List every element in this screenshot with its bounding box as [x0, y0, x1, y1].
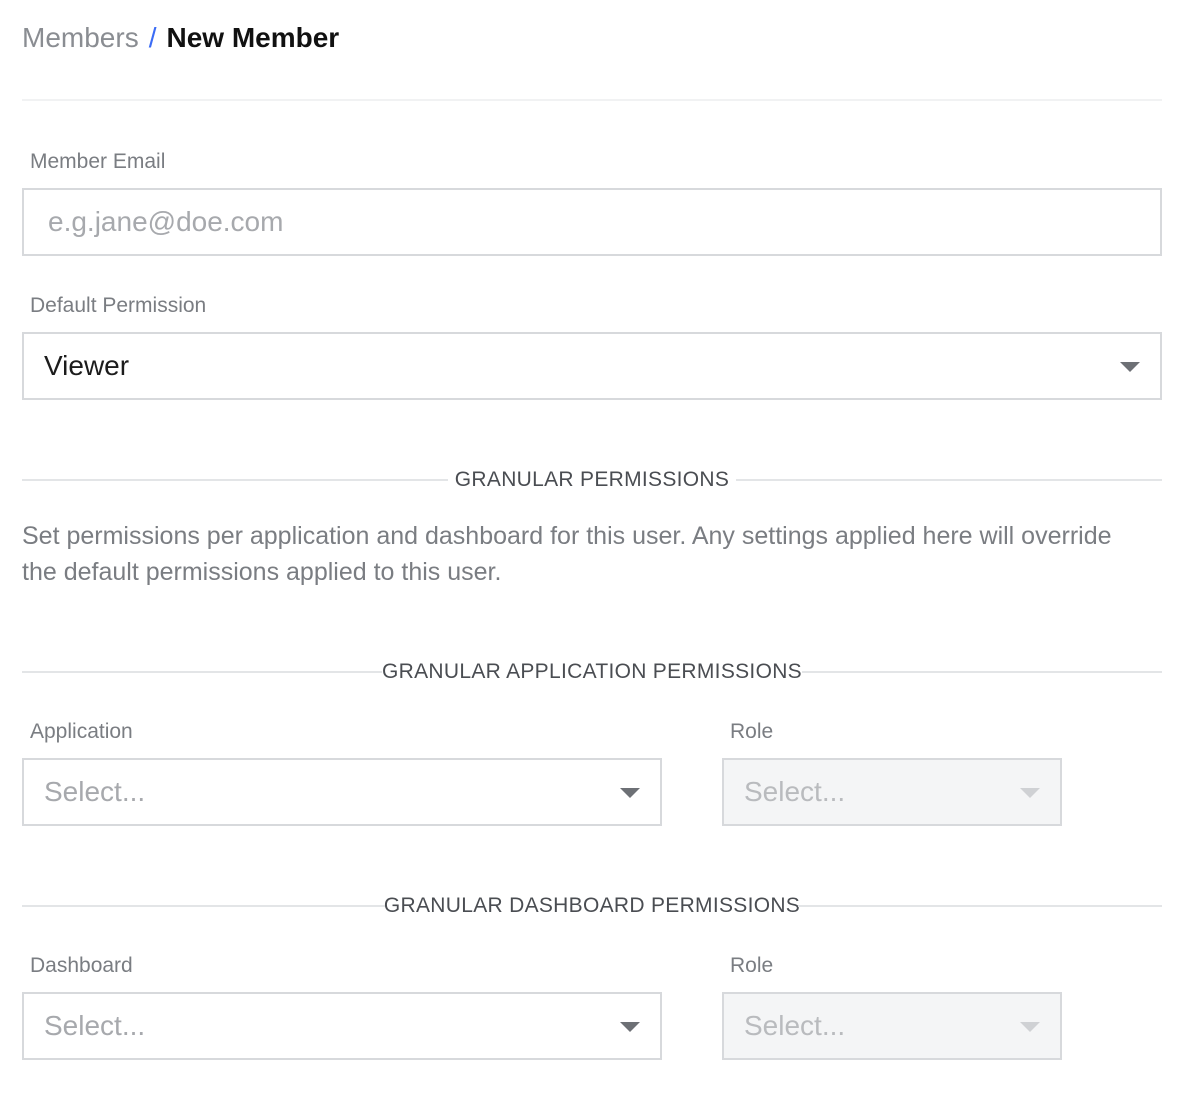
chevron-down-icon — [1120, 362, 1140, 372]
default-permission-select[interactable]: Viewer — [22, 332, 1162, 400]
breadcrumb-members-link[interactable]: Members — [22, 22, 139, 53]
dashboard-role-label: Role — [730, 954, 774, 977]
member-email-label: Member Email — [30, 150, 166, 173]
chevron-down-icon — [1020, 788, 1040, 798]
application-permissions-divider: GRANULAR APPLICATION PERMISSIONS — [22, 657, 1162, 687]
divider-line-right — [798, 905, 1162, 907]
member-email-input[interactable] — [22, 188, 1162, 256]
page-title: New Member — [166, 22, 340, 53]
granular-permissions-divider: GRANULAR PERMISSIONS — [22, 465, 1162, 495]
chevron-down-icon — [620, 788, 640, 798]
dashboard-permissions-divider: GRANULAR DASHBOARD PERMISSIONS — [22, 891, 1162, 921]
header-divider — [22, 99, 1162, 101]
application-role-placeholder: Select... — [744, 776, 846, 807]
dashboard-role-select: Select... — [722, 992, 1062, 1060]
divider-line-right — [736, 479, 1162, 481]
application-role-label: Role — [730, 720, 774, 743]
default-permission-label: Default Permission — [30, 294, 207, 317]
dashboard-role-placeholder: Select... — [744, 1010, 846, 1041]
chevron-down-icon — [1020, 1022, 1040, 1032]
divider-line-right — [802, 671, 1162, 673]
chevron-down-icon — [620, 1022, 640, 1032]
dashboard-select[interactable]: Select... — [22, 992, 662, 1060]
breadcrumb-separator: / — [148, 22, 157, 53]
application-select-placeholder: Select... — [44, 776, 146, 807]
breadcrumb: Members / New Member — [22, 18, 339, 58]
dashboard-label: Dashboard — [30, 954, 133, 977]
application-role-select: Select... — [722, 758, 1062, 826]
dashboard-select-placeholder: Select... — [44, 1010, 146, 1041]
application-select[interactable]: Select... — [22, 758, 662, 826]
granular-permissions-description: Set permissions per application and dash… — [22, 522, 1112, 586]
application-label: Application — [30, 720, 133, 743]
default-permission-value: Viewer — [44, 350, 130, 381]
